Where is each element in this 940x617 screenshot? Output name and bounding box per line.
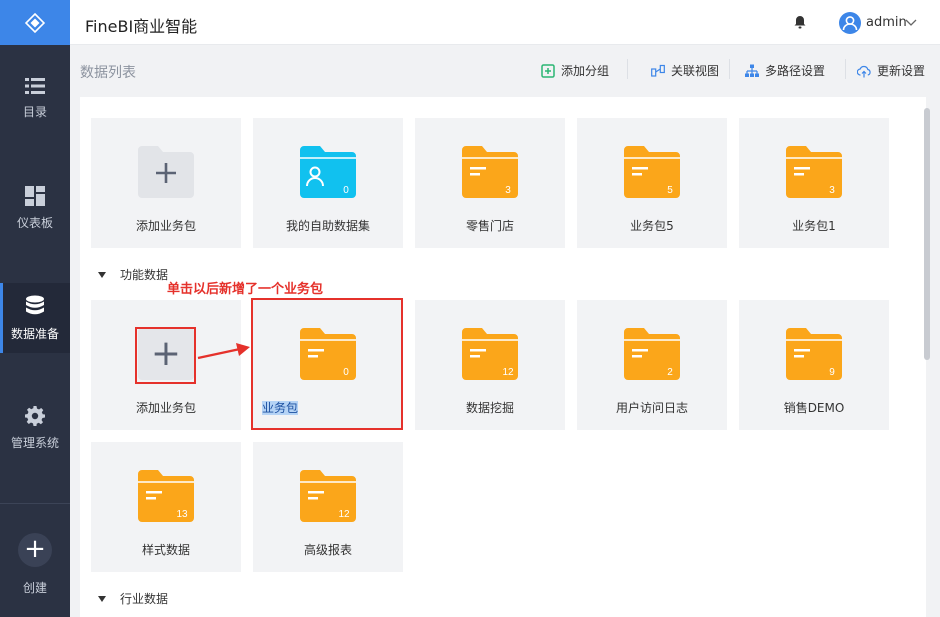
- package-card[interactable]: 5 业务包5: [577, 118, 727, 248]
- sidebar-item-admin[interactable]: 管理系统: [0, 393, 70, 463]
- folder-icon: 12: [462, 328, 518, 380]
- card-label: 零售门店: [465, 219, 514, 233]
- add-group-label: 添加分组: [561, 64, 610, 78]
- group-header-industry[interactable]: 行业数据: [98, 590, 168, 607]
- package-card[interactable]: 12 数据挖掘: [415, 300, 565, 430]
- multi-path-button[interactable]: 多路径设置: [745, 62, 825, 79]
- relation-view-icon: [651, 64, 665, 77]
- folder-count: 2: [667, 367, 673, 378]
- add-group-button[interactable]: 添加分组: [541, 62, 609, 79]
- group-title: 行业数据: [120, 592, 169, 606]
- plus-icon: +: [18, 533, 52, 567]
- multi-path-icon: [745, 64, 759, 77]
- folder-icon: 9: [786, 328, 842, 380]
- card-label: 业务包5: [630, 219, 674, 233]
- caret-down-icon: [98, 595, 106, 602]
- header: FineBI商业智能 admin: [70, 0, 940, 45]
- avatar[interactable]: [839, 12, 861, 34]
- folder-count: 5: [667, 185, 673, 196]
- bell-icon[interactable]: [793, 15, 807, 29]
- package-card[interactable]: 9 销售DEMO: [739, 300, 889, 430]
- folder-count: 13: [176, 509, 188, 520]
- sidebar-divider: [0, 503, 70, 504]
- user-icon: [842, 16, 858, 31]
- package-card[interactable]: 3 零售门店: [415, 118, 565, 248]
- card-label: 添加业务包: [135, 219, 196, 233]
- user-folder-icon: 0: [300, 146, 356, 198]
- toolbar-divider: [845, 59, 846, 79]
- multi-path-label: 多路径设置: [765, 64, 826, 78]
- group-title: 功能数据: [120, 268, 169, 282]
- card-label: 样式数据: [141, 543, 190, 557]
- card-label: 添加业务包: [135, 401, 196, 415]
- group-header-functional[interactable]: 功能数据: [98, 266, 168, 283]
- chevron-down-icon[interactable]: [905, 16, 917, 28]
- logo[interactable]: [0, 0, 70, 45]
- annotation-text: 单击以后新增了一个业务包: [167, 282, 324, 297]
- package-card[interactable]: 2 用户访问日志: [577, 300, 727, 430]
- caret-down-icon: [98, 271, 106, 278]
- card-label: 销售DEMO: [783, 401, 845, 415]
- app-title: FineBI商业智能: [85, 17, 198, 36]
- update-settings-label: 更新设置: [877, 64, 926, 78]
- sidebar-item-label: 管理系统: [10, 435, 59, 450]
- logo-icon: [25, 12, 45, 33]
- gear-icon: [25, 405, 45, 426]
- card-label: 业务包1: [792, 219, 836, 233]
- folder-icon: 13: [138, 470, 194, 522]
- sidebar-item-label: 目录: [22, 104, 47, 119]
- package-card[interactable]: 12 高级报表: [253, 442, 403, 572]
- folder-icon: 3: [786, 146, 842, 198]
- add-package-card[interactable]: 添加业务包: [91, 118, 241, 248]
- sidebar-item-label: 数据准备: [10, 326, 59, 341]
- list-icon: [25, 77, 45, 94]
- folder-count: 3: [829, 185, 835, 196]
- sidebar-item-label: 仪表板: [16, 215, 53, 230]
- folder-icon: 12: [300, 470, 356, 522]
- folder-count: 0: [343, 185, 349, 196]
- create-label: 创建: [22, 581, 47, 595]
- sidebar-item-data-prep[interactable]: 数据准备: [0, 283, 70, 353]
- folder-icon: 3: [462, 146, 518, 198]
- username[interactable]: admin: [866, 15, 907, 30]
- annotation-highlight-add: [135, 327, 196, 384]
- card-label: 我的自助数据集: [285, 219, 370, 233]
- update-settings-button[interactable]: 更新设置: [857, 62, 925, 79]
- card-label: 数据挖掘: [465, 401, 514, 415]
- folder-icon: 5: [624, 146, 680, 198]
- card-label: 高级报表: [303, 543, 352, 557]
- database-icon: [26, 295, 44, 314]
- annotation-arrow-icon: [197, 343, 250, 360]
- relation-view-label: 关联视图: [671, 64, 720, 78]
- create-button[interactable]: + 创建: [0, 533, 70, 613]
- sidebar-item-dashboard[interactable]: 仪表板: [0, 173, 70, 243]
- folder-count: 9: [829, 367, 835, 378]
- folder-count: 12: [502, 367, 514, 378]
- folder-add-icon: [138, 146, 194, 198]
- annotation-highlight-new-package: [251, 298, 403, 430]
- dashboard-icon: [25, 185, 45, 206]
- scrollbar[interactable]: [924, 108, 930, 360]
- package-card[interactable]: 0 我的自助数据集: [253, 118, 403, 248]
- add-group-icon: [541, 63, 555, 78]
- sidebar: 目录 仪表板 数据准备 管理系统 + 创建: [0, 0, 70, 617]
- page-title: 数据列表: [80, 65, 136, 81]
- toolbar-divider: [627, 59, 628, 79]
- toolbar: 数据列表 添加分组 关联视图 多路径设置 更新设置: [70, 45, 940, 97]
- app-window: 目录 仪表板 数据准备 管理系统 + 创建 FineBI商业智能 admin 数…: [0, 0, 940, 617]
- folder-icon: 2: [624, 328, 680, 380]
- toolbar-divider: [729, 59, 730, 79]
- sidebar-item-catalog[interactable]: 目录: [0, 63, 70, 133]
- folder-count: 3: [505, 185, 511, 196]
- relation-view-button[interactable]: 关联视图: [651, 62, 719, 79]
- package-card[interactable]: 13 样式数据: [91, 442, 241, 572]
- card-label: 用户访问日志: [615, 401, 688, 415]
- cloud-update-icon: [857, 65, 871, 77]
- folder-count: 12: [338, 509, 350, 520]
- package-card[interactable]: 3 业务包1: [739, 118, 889, 248]
